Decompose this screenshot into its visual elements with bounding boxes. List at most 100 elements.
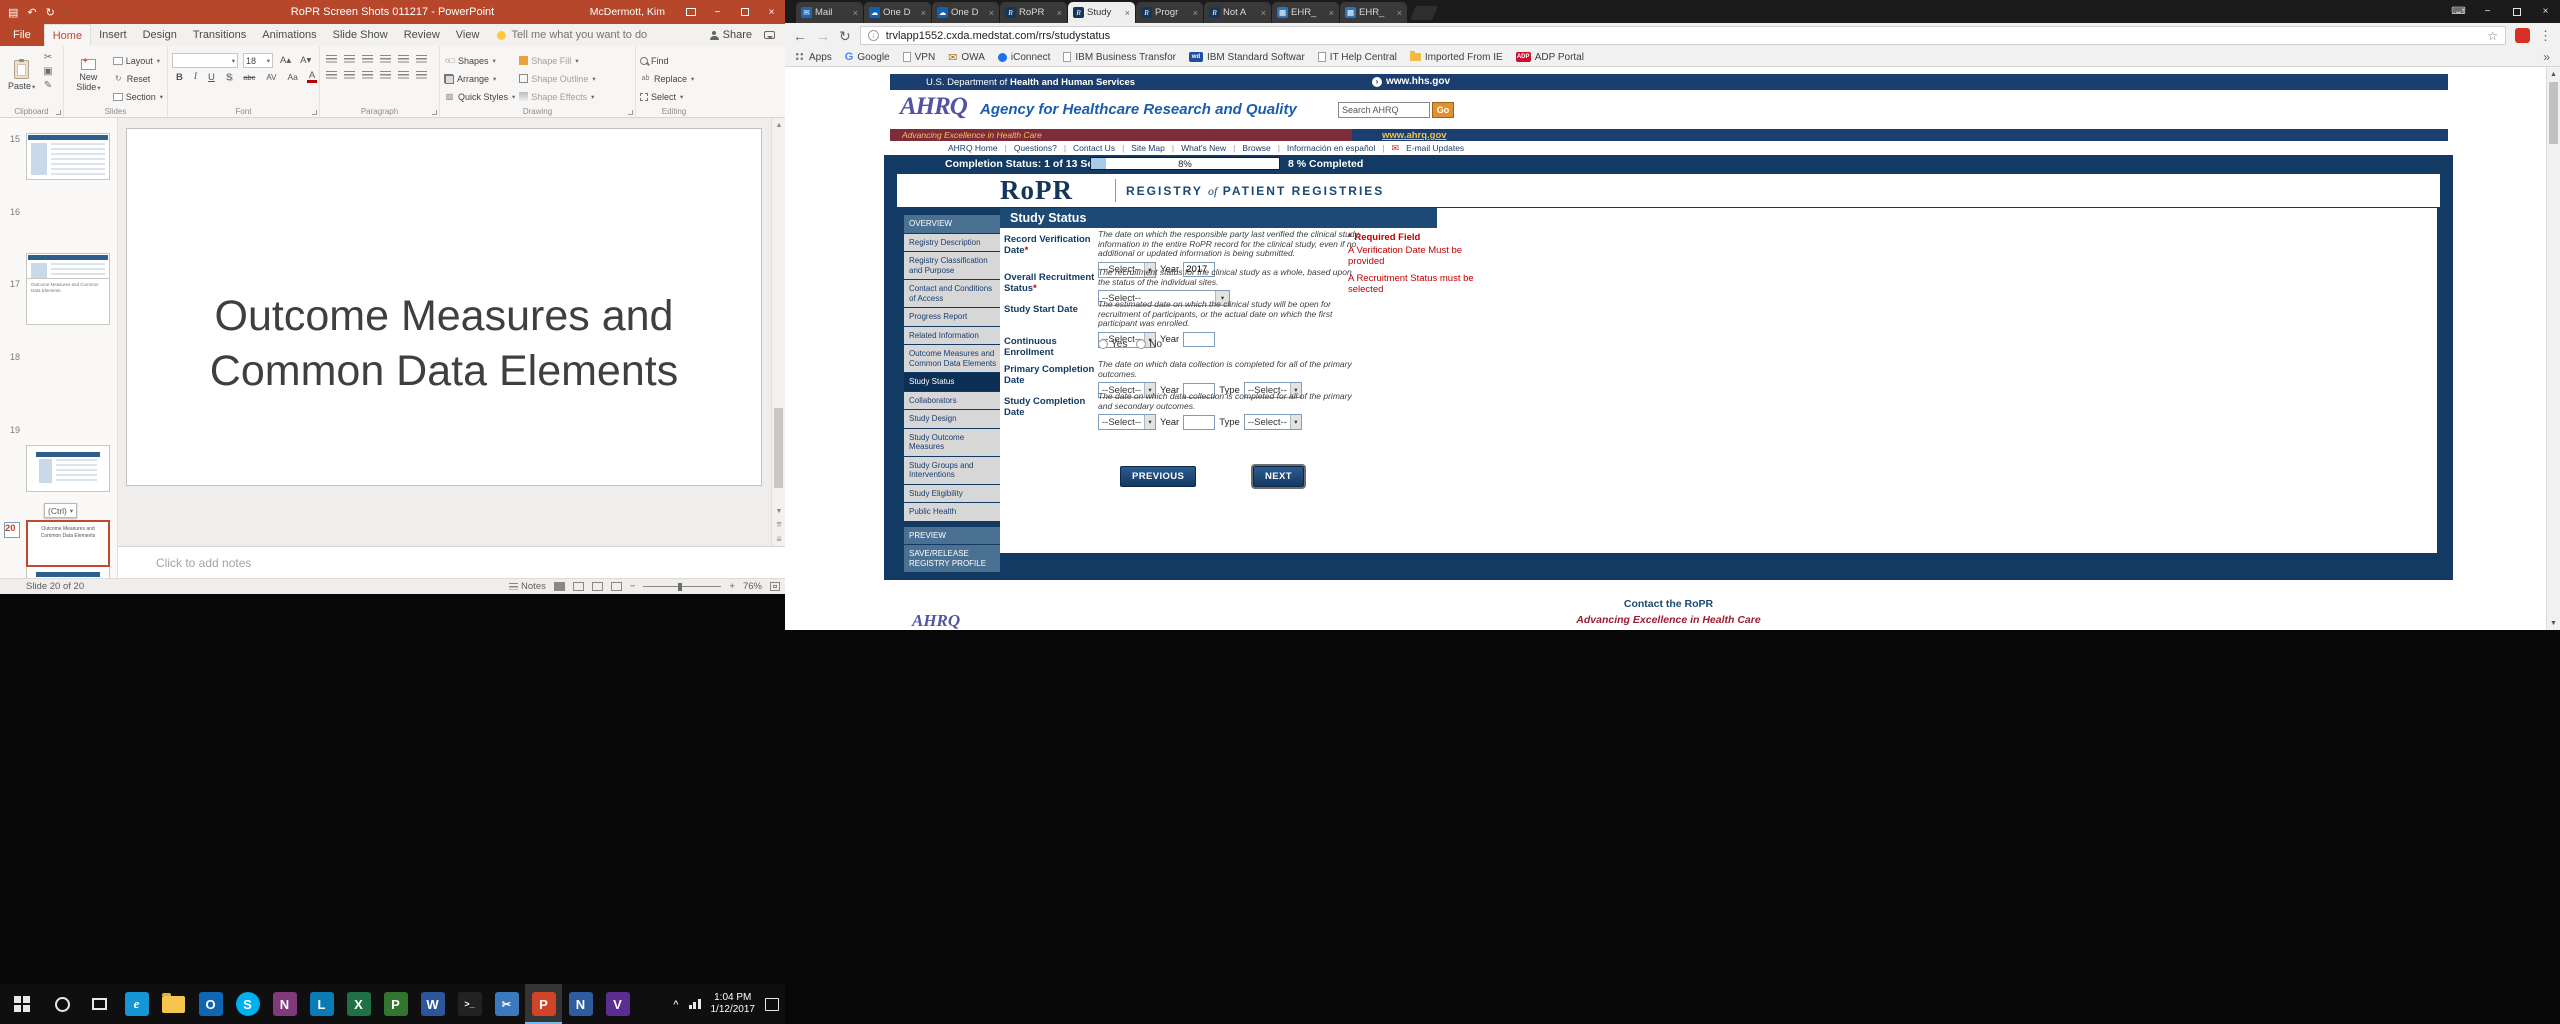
tab-review[interactable]: Review (396, 24, 448, 46)
restore-button[interactable] (731, 0, 758, 24)
taskbar-skype[interactable]: S (229, 984, 266, 1024)
zoom-level[interactable]: 76% (743, 581, 762, 592)
bookmark-google[interactable]: GGoogle (845, 51, 890, 63)
close-tab-icon[interactable]: × (989, 8, 994, 18)
continuous-enrollment-yes-radio[interactable] (1098, 339, 1108, 349)
extension-icon[interactable] (2515, 28, 2530, 43)
taskbar-clock[interactable]: 1:04 PM 1/12/2017 (711, 992, 756, 1016)
underline-icon[interactable]: U (206, 72, 217, 83)
comments-icon[interactable] (764, 31, 775, 39)
zoom-in-icon[interactable]: + (729, 581, 735, 592)
new-slide-button[interactable]: New Slide▾ (68, 49, 109, 104)
taskbar-cmd[interactable]: >_ (451, 984, 488, 1024)
notes-pane[interactable]: Click to add notes (118, 546, 785, 578)
previous-button[interactable]: PREVIOUS (1120, 466, 1196, 487)
previous-slide-button[interactable]: ⇈ (772, 518, 785, 532)
browser-minimize-button[interactable]: − (2473, 0, 2502, 23)
drawing-dialog-launcher-icon[interactable] (628, 110, 633, 115)
sidebar-item-progress-report[interactable]: Progress Report (904, 308, 1000, 326)
study-completion-year-input[interactable] (1183, 415, 1215, 430)
paste-options-button[interactable]: (Ctrl)▾ (44, 503, 77, 518)
search-go-button[interactable]: Go (1432, 102, 1454, 118)
back-icon[interactable]: ← (793, 29, 807, 43)
shapes-button[interactable]: ○□Shapes▾ (444, 53, 515, 68)
fit-slide-to-window-icon[interactable] (770, 582, 780, 591)
nav-contact-us[interactable]: Contact Us (1073, 143, 1115, 153)
shape-effects-button[interactable]: Shape Effects▾ (519, 89, 595, 104)
sidebar-item-study-outcome-measures[interactable]: Study Outcome Measures (904, 429, 1000, 456)
justify-icon[interactable] (378, 69, 393, 82)
clipboard-dialog-launcher-icon[interactable] (56, 110, 61, 115)
zoom-slider[interactable] (643, 586, 721, 587)
slide-sorter-view-icon[interactable] (573, 582, 584, 591)
slideshow-view-icon[interactable] (611, 582, 622, 591)
close-tab-icon[interactable]: × (1193, 8, 1198, 18)
sidebar-item-preview[interactable]: PREVIEW (904, 527, 1000, 545)
close-tab-icon[interactable]: × (1057, 8, 1062, 18)
quick-styles-button[interactable]: ▨Quick Styles▾ (444, 89, 515, 104)
text-shadow-icon[interactable]: S (224, 72, 234, 83)
action-center-icon[interactable] (765, 998, 779, 1011)
align-left-icon[interactable] (324, 69, 339, 82)
shape-fill-button[interactable]: Shape Fill▾ (519, 53, 595, 68)
tab-insert[interactable]: Insert (91, 24, 135, 46)
taskbar-notepad[interactable]: N (562, 984, 599, 1024)
taskbar-snipping-tool[interactable]: ✂ (488, 984, 525, 1024)
taskbar-project[interactable]: P (377, 984, 414, 1024)
sidebar-item-related-information[interactable]: Related Information (904, 327, 1000, 345)
bookmark-adp[interactable]: ADPADP Portal (1516, 52, 1584, 63)
shrink-font-icon[interactable]: A▾ (298, 55, 313, 66)
close-tab-icon[interactable]: × (1397, 8, 1402, 18)
scrollbar-thumb[interactable] (774, 408, 783, 488)
notes-toggle[interactable]: Notes (509, 581, 546, 592)
task-view-button[interactable] (81, 984, 118, 1024)
browser-tab-ropr[interactable]: RRoPR× (1000, 2, 1067, 23)
bookmark-vpn[interactable]: VPN (903, 52, 936, 63)
nav-ahrq-home[interactable]: AHRQ Home (948, 143, 998, 153)
sidebar-item-contact-conditions[interactable]: Contact and Conditions of Access (904, 280, 1000, 307)
columns-icon[interactable] (414, 53, 429, 66)
taskbar-excel[interactable]: X (340, 984, 377, 1024)
nav-browse[interactable]: Browse (1242, 143, 1270, 153)
sidebar-item-study-status-active[interactable]: Study Status (904, 373, 1000, 391)
next-slide-button[interactable]: ⇊ (772, 532, 785, 546)
close-tab-icon[interactable]: × (1125, 8, 1130, 18)
slide-title-text[interactable]: Outcome Measures and Common Data Element… (127, 289, 761, 399)
cut-icon[interactable]: ✂ (43, 53, 52, 63)
scroll-down-icon[interactable]: ▼ (772, 504, 785, 518)
taskbar-file-explorer[interactable] (155, 984, 192, 1024)
tab-home[interactable]: Home (44, 24, 91, 46)
nav-whats-new[interactable]: What's New (1181, 143, 1226, 153)
tell-me-box[interactable]: Tell me what you want to do (497, 24, 647, 46)
network-icon[interactable] (689, 999, 701, 1009)
line-spacing-icon[interactable] (396, 53, 411, 66)
scroll-up-icon[interactable]: ▲ (2547, 67, 2560, 81)
tab-file[interactable]: File (0, 24, 44, 46)
browser-menu-icon[interactable]: ⋮ (2539, 28, 2552, 44)
browser-tab-ehr-2[interactable]: ▦EHR_× (1340, 2, 1407, 23)
zoom-out-icon[interactable]: − (630, 581, 636, 592)
ahrq-logo[interactable]: AHRQ (900, 93, 967, 121)
bookmark-imported-ie[interactable]: Imported From IE (1410, 52, 1503, 63)
sidebar-item-outcome-measures[interactable]: Outcome Measures and Common Data Element… (904, 345, 1000, 372)
browser-tab-progress[interactable]: RProgr× (1136, 2, 1203, 23)
ahrq-site-link[interactable]: www.ahrq.gov (1382, 130, 1447, 141)
find-button[interactable]: Find (640, 53, 694, 68)
slide-thumbnail-17[interactable]: Outcome Measures and Common Data Element… (26, 278, 110, 325)
study-completion-month-select[interactable]: --Select--▾ (1098, 414, 1156, 430)
sidebar-item-registry-description[interactable]: Registry Description (904, 234, 1000, 252)
character-spacing-icon[interactable]: AV (264, 73, 278, 82)
select-button[interactable]: Select▾ (640, 89, 694, 104)
browser-tab-onedrive-1[interactable]: ☁One D× (864, 2, 931, 23)
sidebar-item-collaborators[interactable]: Collaborators (904, 392, 1000, 410)
browser-tab-mail[interactable]: ✉Mail× (796, 2, 863, 23)
sidebar-item-save-release[interactable]: SAVE/RELEASE REGISTRY PROFILE (904, 545, 1000, 572)
bookmark-ibm-standard[interactable]: wdIBM Standard Softwar (1189, 52, 1305, 63)
scroll-down-icon[interactable]: ▼ (2547, 616, 2560, 630)
close-tab-icon[interactable]: × (1329, 8, 1334, 18)
shape-outline-button[interactable]: Shape Outline▾ (519, 71, 595, 86)
italic-icon[interactable]: I (192, 72, 199, 82)
tray-overflow-icon[interactable]: ^ (673, 999, 678, 1009)
browser-tab-not-a[interactable]: RNot A× (1204, 2, 1271, 23)
close-tab-icon[interactable]: × (921, 8, 926, 18)
